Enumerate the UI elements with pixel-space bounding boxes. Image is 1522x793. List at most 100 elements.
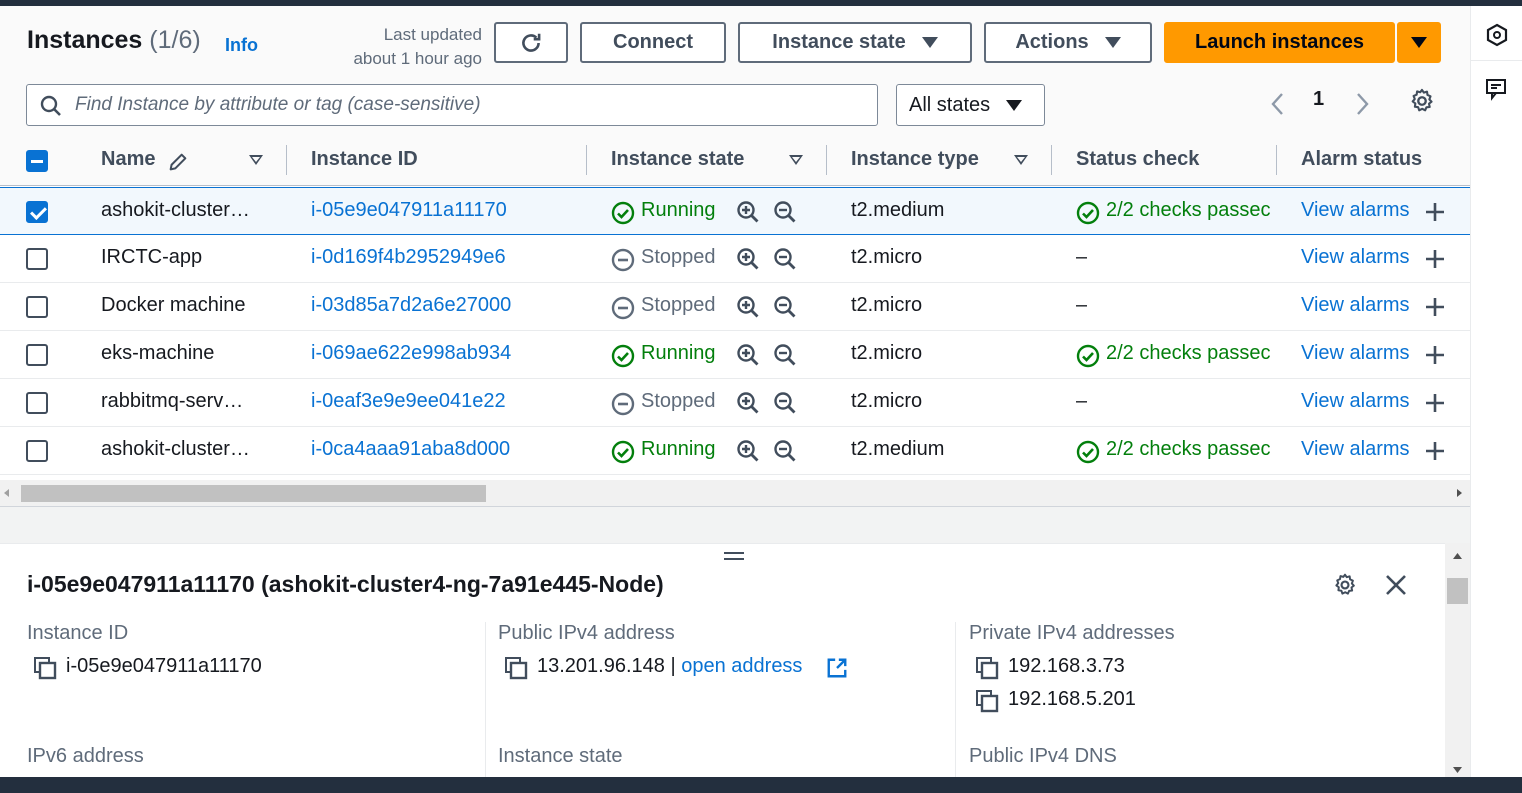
- horizontal-scrollbar[interactable]: [0, 480, 1470, 506]
- close-icon[interactable]: [1384, 573, 1408, 597]
- view-alarms-link[interactable]: View alarms: [1301, 199, 1410, 222]
- view-alarms-link[interactable]: View alarms: [1301, 342, 1410, 365]
- zoom-in-icon[interactable]: [736, 295, 760, 319]
- scroll-right-icon[interactable]: [1456, 489, 1462, 497]
- zoom-out-icon[interactable]: [773, 391, 797, 415]
- connect-button[interactable]: Connect: [580, 22, 726, 63]
- instance-id-link[interactable]: i-0ca4aaa91aba8d000: [311, 438, 510, 461]
- instance-id-link[interactable]: i-05e9e047911a11170: [311, 199, 507, 222]
- states-filter-select[interactable]: All states: [896, 84, 1045, 126]
- column-header-alarm-status[interactable]: Alarm status: [1301, 148, 1422, 171]
- hexagon-info-icon[interactable]: [1485, 23, 1509, 47]
- chevron-right-icon[interactable]: [1352, 90, 1372, 118]
- gear-icon[interactable]: [1408, 87, 1436, 115]
- add-alarm-icon[interactable]: [1424, 344, 1446, 366]
- row-checkbox[interactable]: [26, 344, 48, 366]
- launch-instances-button[interactable]: Launch instances: [1164, 22, 1395, 63]
- sort-caret-icon[interactable]: [249, 155, 263, 165]
- zoom-out-icon[interactable]: [773, 343, 797, 367]
- open-address-link[interactable]: open address: [681, 655, 802, 677]
- column-divider[interactable]: [586, 145, 587, 175]
- column-header-instance-state[interactable]: Instance state: [611, 148, 744, 171]
- add-alarm-icon[interactable]: [1424, 201, 1446, 223]
- instance-state-dropdown[interactable]: Instance state: [738, 22, 972, 63]
- copy-icon[interactable]: [33, 656, 57, 680]
- launch-options-dropdown[interactable]: [1397, 22, 1441, 63]
- column-divider[interactable]: [1051, 145, 1052, 175]
- table-row[interactable]: Docker machine i-03d85a7d2a6e27000 Stopped…: [0, 283, 1470, 331]
- zoom-in-icon[interactable]: [736, 247, 760, 271]
- column-header-name[interactable]: Name: [101, 148, 155, 171]
- status-check-value: 2/2 checks passec: [1106, 438, 1271, 460]
- table-row[interactable]: rabbitmq-serv… i-0eaf3e9e9ee041e22 Stopped…: [0, 379, 1470, 427]
- private-ipv4-value: 192.168.5.201: [1008, 688, 1136, 710]
- zoom-out-icon[interactable]: [773, 295, 797, 319]
- sort-caret-icon[interactable]: [789, 155, 803, 165]
- table-row[interactable]: IRCTC-app i-0d169f4b2952949e6 Stopped t2.mi…: [0, 235, 1470, 283]
- horizontal-scrollbar-thumb[interactable]: [21, 485, 486, 502]
- add-alarm-icon[interactable]: [1424, 248, 1446, 270]
- current-page[interactable]: 1: [1313, 88, 1324, 111]
- row-checkbox[interactable]: [26, 392, 48, 414]
- instance-id-link[interactable]: i-0d169f4b2952949e6: [311, 246, 506, 269]
- copy-icon[interactable]: [975, 689, 999, 713]
- zoom-in-icon[interactable]: [736, 391, 760, 415]
- row-checkbox[interactable]: [26, 440, 48, 462]
- table-row[interactable]: eks-machine i-069ae622e998ab934 Running t2.…: [0, 331, 1470, 379]
- pencil-icon: [169, 153, 187, 171]
- instance-id-link[interactable]: i-0eaf3e9e9ee041e22: [311, 390, 506, 413]
- instances-panel: Instances (1/6) Info Last updated about …: [0, 6, 1470, 783]
- view-alarms-link[interactable]: View alarms: [1301, 438, 1410, 461]
- chevron-left-icon[interactable]: [1268, 90, 1288, 118]
- zoom-out-icon[interactable]: [773, 439, 797, 463]
- view-alarms-link[interactable]: View alarms: [1301, 246, 1410, 269]
- instance-state-value: Running: [641, 199, 716, 221]
- status-stopped-icon: [611, 248, 635, 272]
- add-alarm-icon[interactable]: [1424, 296, 1446, 318]
- vertical-scrollbar[interactable]: [1445, 543, 1470, 783]
- scroll-down-icon[interactable]: [1453, 767, 1462, 773]
- sort-caret-icon[interactable]: [1014, 155, 1028, 165]
- copy-icon[interactable]: [504, 656, 528, 680]
- copy-icon[interactable]: [975, 656, 999, 680]
- instance-name: eks-machine: [101, 342, 215, 364]
- select-all-checkbox[interactable]: [26, 150, 48, 172]
- column-divider[interactable]: [286, 145, 287, 175]
- search-input[interactable]: Find Instance by attribute or tag (case-…: [26, 84, 878, 126]
- zoom-in-icon[interactable]: [736, 439, 760, 463]
- external-link-icon[interactable]: [826, 657, 848, 679]
- scroll-left-icon[interactable]: [4, 489, 10, 497]
- zoom-in-icon[interactable]: [736, 200, 760, 224]
- refresh-button[interactable]: [494, 22, 568, 63]
- column-divider[interactable]: [826, 145, 827, 175]
- zoom-in-icon[interactable]: [736, 343, 760, 367]
- column-divider: [955, 622, 956, 782]
- table-row[interactable]: ashokit-cluster… i-0ca4aaa91aba8d000 Runni…: [0, 427, 1470, 475]
- instance-id-link[interactable]: i-069ae622e998ab934: [311, 342, 511, 365]
- view-alarms-link[interactable]: View alarms: [1301, 390, 1410, 413]
- feedback-icon[interactable]: [1485, 77, 1509, 101]
- actions-dropdown[interactable]: Actions: [984, 22, 1152, 63]
- zoom-out-icon[interactable]: [773, 200, 797, 224]
- column-header-status-check[interactable]: Status check: [1076, 148, 1199, 171]
- instance-id-link[interactable]: i-03d85a7d2a6e27000: [311, 294, 511, 317]
- vertical-scrollbar-thumb[interactable]: [1447, 578, 1468, 604]
- column-header-instance-id[interactable]: Instance ID: [311, 148, 418, 171]
- row-checkbox[interactable]: [26, 201, 48, 223]
- column-header-instance-type[interactable]: Instance type: [851, 148, 979, 171]
- resize-handle-icon[interactable]: [724, 552, 744, 560]
- row-checkbox[interactable]: [26, 248, 48, 270]
- gear-icon[interactable]: [1332, 572, 1358, 598]
- add-alarm-icon[interactable]: [1424, 440, 1446, 462]
- add-alarm-icon[interactable]: [1424, 392, 1446, 414]
- row-checkbox[interactable]: [26, 296, 48, 318]
- column-divider[interactable]: [1276, 145, 1277, 175]
- ipv6-label: IPv6 address: [27, 745, 144, 767]
- info-link[interactable]: Info: [225, 35, 258, 56]
- actions-label: Actions: [1015, 31, 1089, 53]
- instance-name: rabbitmq-serv…: [101, 390, 244, 412]
- scroll-up-icon[interactable]: [1453, 553, 1462, 559]
- table-row[interactable]: ashokit-cluster… i-05e9e047911a11170 Runni…: [0, 187, 1470, 235]
- view-alarms-link[interactable]: View alarms: [1301, 294, 1410, 317]
- zoom-out-icon[interactable]: [773, 247, 797, 271]
